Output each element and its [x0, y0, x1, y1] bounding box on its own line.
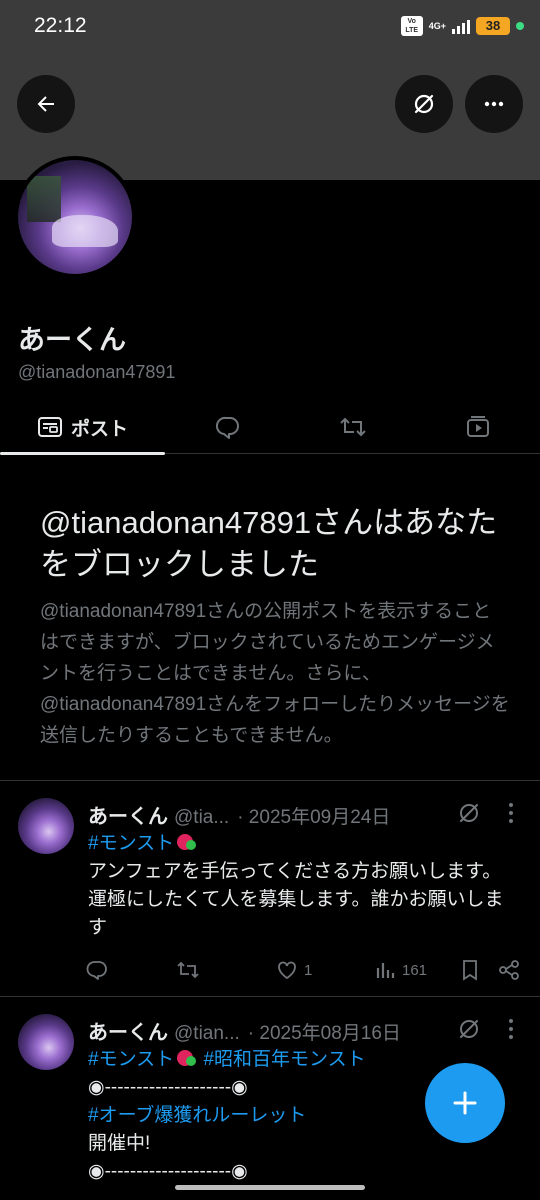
post-hashtag[interactable]: #モンスト: [88, 833, 174, 854]
like-button[interactable]: 1: [276, 956, 312, 984]
post-hashtag[interactable]: #昭和百年モンスト: [203, 1049, 365, 1070]
post-date[interactable]: · 2025年08月16日: [248, 1018, 401, 1045]
tab-posts-label: ポスト: [70, 417, 128, 440]
post-item[interactable]: あーくん @tia... · 2025年09月24日 #モンスト アンフェアを手…: [0, 780, 540, 996]
more-dots-icon: [484, 101, 504, 107]
post-hashtag[interactable]: #モンスト: [88, 1049, 174, 1070]
grok-slash-icon: [414, 94, 434, 114]
monst-emoji-icon: [177, 1050, 197, 1066]
views-count: 161: [402, 961, 428, 979]
battery-icon: 38: [476, 17, 510, 35]
repost-icon: [177, 961, 199, 979]
profile-handle: @tianadonan47891: [18, 362, 176, 382]
share-button[interactable]: [498, 956, 520, 984]
tab-active-indicator: [0, 452, 165, 455]
post-line-rule: ◉--------------------◉: [88, 1161, 248, 1182]
post-hashtag[interactable]: #オーブ爆獲れルーレット: [88, 1105, 306, 1126]
like-count: 1: [304, 961, 313, 979]
grok-slash-icon[interactable]: [456, 1016, 482, 1042]
post-author-name[interactable]: あーくん: [88, 1016, 168, 1045]
post-date[interactable]: · 2025年09月24日: [237, 802, 390, 829]
tab-reposts[interactable]: [290, 400, 415, 454]
tab-posts[interactable]: ポスト: [0, 400, 165, 455]
post-actions: 1 161: [86, 956, 526, 984]
post-avatar[interactable]: [18, 798, 74, 854]
post-body-text: アンフェアを手伝ってくださる方お願いします。運極にしたくて人を募集します。誰かお…: [88, 861, 504, 938]
monst-emoji-icon: [177, 834, 197, 850]
reply-icon: [86, 961, 107, 980]
views-icon: [376, 963, 395, 978]
back-button[interactable]: [17, 75, 75, 133]
post-header: あーくん @tia... · 2025年09月24日: [88, 800, 390, 829]
bookmark-icon: [463, 960, 477, 981]
profile-name: あーくん: [18, 325, 126, 356]
network-icon: 4G+: [428, 21, 446, 31]
views-button[interactable]: 161: [374, 956, 427, 984]
reply-tab-icon: [215, 416, 239, 439]
post-header: あーくん @tian... · 2025年08月16日: [88, 1016, 401, 1045]
more-vertical-icon[interactable]: [504, 800, 518, 826]
volte-icon: Vo LTE: [400, 16, 423, 36]
more-button[interactable]: [465, 75, 523, 133]
status-time: 22:12: [34, 14, 87, 37]
media-tab-icon: [466, 416, 489, 437]
status-bar: 22:12 Vo LTE 4G+ 38: [0, 0, 540, 54]
repost-button[interactable]: [176, 956, 200, 984]
compose-button[interactable]: [425, 1063, 505, 1143]
tab-media[interactable]: [415, 400, 540, 454]
profile-avatar[interactable]: [14, 156, 136, 278]
post-author-handle[interactable]: @tian...: [174, 1023, 240, 1045]
signal-icon: [452, 18, 470, 34]
post-author-name[interactable]: あーくん: [88, 800, 168, 829]
profile-tabs: ポスト: [0, 400, 540, 455]
reply-button[interactable]: [86, 956, 108, 984]
more-vertical-icon[interactable]: [504, 1016, 518, 1042]
grok-button[interactable]: [395, 75, 453, 133]
grok-slash-icon[interactable]: [456, 800, 482, 826]
post-text: #モンスト アンフェアを手伝ってくださる方お願いします。運極にしたくて人を募集し…: [88, 830, 520, 942]
bookmark-button[interactable]: [460, 956, 480, 984]
posts-tab-icon: [37, 417, 62, 437]
post-avatar[interactable]: [18, 1014, 74, 1070]
repost-tab-icon: [339, 417, 366, 437]
block-notice-title: @tianadonan47891さんはあなたをブロックしました: [40, 505, 498, 582]
tab-replies[interactable]: [165, 400, 290, 454]
share-icon: [499, 960, 519, 980]
like-icon: [278, 961, 296, 980]
block-notice-description: @tianadonan47891さんの公開ポストを表示することはできますが、ブロ…: [40, 601, 510, 746]
post-author-handle[interactable]: @tia...: [174, 807, 229, 829]
privacy-dot-icon: [516, 22, 524, 30]
plus-icon: [453, 1091, 477, 1115]
home-indicator[interactable]: [175, 1185, 365, 1190]
back-arrow-icon: [37, 96, 54, 112]
